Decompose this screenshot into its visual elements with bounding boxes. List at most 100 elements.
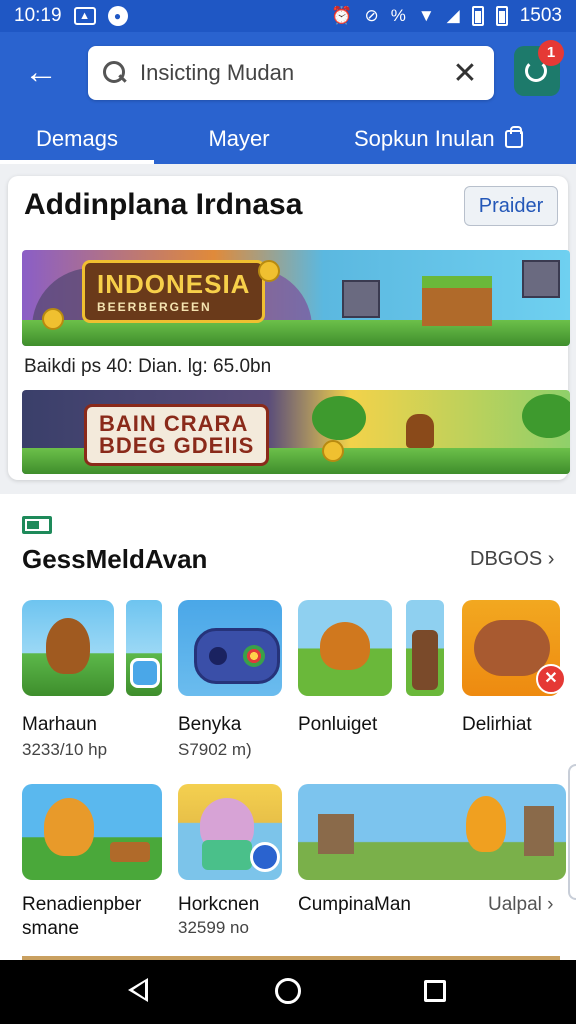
game-title: Benyka [178,714,242,735]
see-all-link[interactable]: DBGOS › [470,548,554,571]
clear-icon[interactable]: ✕ [450,56,480,91]
game-tile[interactable]: ✕ Delirhiat [462,600,566,770]
status-left: 10:19 ▲ ● [14,5,128,27]
game-thumbnail-secondary [406,600,444,696]
banner-logo-line2: BDEG GDEIIS [99,433,255,458]
search-input[interactable] [140,60,450,86]
games-section: GessMeldAvan DBGOS › Marhaun 3233/10 hp … [0,494,576,960]
featured-title: Addinplana Irdnasa [24,188,303,221]
tab-label: Demags [36,126,118,151]
tab-sopkun-inulan[interactable]: Sopkun Inulan [324,114,576,164]
tower-art [318,814,354,854]
coin-icon [42,308,64,330]
crate-art [522,260,560,298]
see-more-link[interactable]: Ualpal › [488,894,553,916]
app-bar: ← ✕ 1 Demags Mayer Sopkun Inulan [0,32,576,164]
game-thumbnail [22,600,114,696]
character-art [320,622,370,670]
character-art [46,618,90,674]
nav-recents-icon[interactable] [424,980,446,1002]
search-icon [102,60,128,86]
messenger-notification-icon: ● [107,6,128,26]
coin-icon [258,260,280,282]
game-thumbnail [178,784,282,880]
game-thumbnail [178,600,282,696]
tab-label: Mayer [208,126,270,151]
crate-art [342,280,380,318]
character-art [44,798,94,856]
gamepad-icon [194,628,280,684]
game-tile[interactable]: Renadienpber smane [22,784,172,944]
badge-icon [130,658,160,688]
character-art [466,796,506,852]
status-right: ⏰ ⊘ % ▼ ◢ 1503 [331,5,562,27]
featured-caption: Baikdi ps 40: Dian. lg: 65.0bn [24,356,272,377]
character-art [406,414,434,448]
tab-demags[interactable]: Demags [0,114,154,164]
game-title-line2: smane [22,918,80,939]
data-saver-icon: ⊘ [364,6,379,25]
game-tile[interactable]: Marhaun 3233/10 hp [22,600,162,770]
controller-art [412,630,438,690]
nav-back-icon[interactable] [128,978,148,1002]
alarm-icon: ⏰ [331,6,353,25]
tree-art [312,396,366,440]
battery-icon [471,6,484,26]
box-art [202,840,252,870]
tab-bar: Demags Mayer Sopkun Inulan [0,114,576,164]
game-thumbnail [22,784,162,880]
notification-badge: 1 [538,40,564,66]
percent-icon: % [390,6,406,25]
featured-action-button[interactable]: Praider [464,186,558,226]
banner-logo: INDONESIA BEERBERGEEN [82,260,266,323]
banner-logo-text: INDONESIA [97,269,251,299]
game-thumbnail [298,784,566,880]
game-thumbnail [298,600,392,696]
game-thumbnail-secondary [126,600,162,696]
image-notification-icon: ▲ [73,7,96,25]
battery-text: 1503 [519,5,562,26]
signal-icon: ◢ [446,6,460,25]
search-bar[interactable]: ✕ [88,46,494,100]
back-arrow-icon[interactable]: ← [20,52,62,94]
tower-art [524,806,554,856]
badge-icon [250,842,280,872]
status-bar: 10:19 ▲ ● ⏰ ⊘ % ▼ ◢ 1503 [0,0,576,32]
game-tile[interactable]: Benyka S7902 m) [178,600,282,770]
game-tile[interactable]: Ponluiget [298,600,446,770]
game-title: Delirhiat [462,714,532,735]
game-meta: 3233/10 hp [22,740,108,759]
scroll-peek[interactable] [568,764,576,900]
section-heading: GessMeldAvan [22,544,208,574]
nav-home-icon[interactable] [275,978,301,1004]
tree-art [522,394,570,438]
flag-icon [22,516,52,534]
navigation-bar [0,960,576,1024]
featured-banner-2[interactable]: BAIN CRARA BDEG GDEIIS [22,390,570,474]
game-title: CumpinaMan [298,894,411,915]
banner-logo-line1: BAIN CRARA [99,411,249,436]
bag-icon [504,126,523,148]
game-meta: 32599 no [178,918,249,937]
game-title: Ponluiget [298,714,378,735]
game-title: Renadienpber [22,894,142,915]
game-meta: S7902 m) [178,740,252,759]
battery-secondary-icon [495,6,508,26]
game-title: Marhaun [22,714,97,735]
tab-label: Sopkun Inulan [354,126,495,151]
wifi-icon: ▼ [417,6,435,25]
banner-logo-subtext: BEERBERGEEN [97,300,212,314]
status-time: 10:19 [14,5,62,26]
tab-mayer[interactable]: Mayer [154,114,324,164]
banner-logo: BAIN CRARA BDEG GDEIIS [84,404,270,466]
game-title: Horkcnen [178,894,260,915]
controller-art [474,620,550,676]
game-tile[interactable]: Horkcnen 32599 no [178,784,282,944]
game-tile[interactable]: CumpinaMan Ualpal › [298,784,566,944]
close-icon[interactable]: ✕ [536,664,566,694]
featured-banner-1[interactable]: INDONESIA BEERBERGEEN [22,250,570,346]
notification-button[interactable]: 1 [514,40,564,96]
coin-icon [322,440,344,462]
tree-art [298,784,328,814]
hut-art [422,276,492,326]
